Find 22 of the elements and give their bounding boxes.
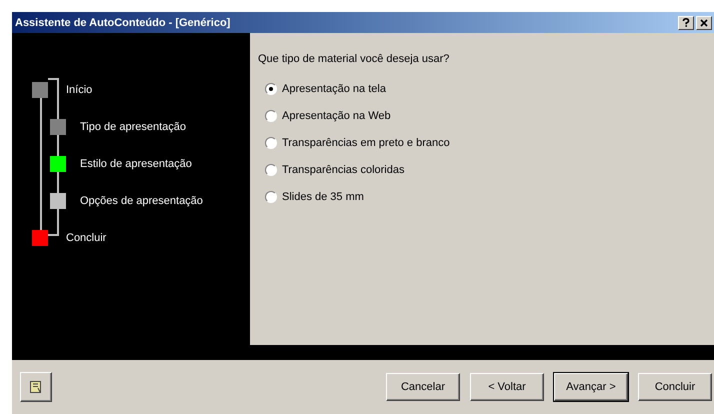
- question-mark-icon: [682, 18, 690, 27]
- radio-option[interactable]: Apresentação na tela: [265, 75, 386, 102]
- dialog-button[interactable]: Concluir: [638, 373, 712, 401]
- dialog-button[interactable]: Avançar >: [554, 373, 628, 401]
- dialog-button[interactable]: Cancelar: [386, 373, 460, 401]
- dialog-button[interactable]: < Voltar: [470, 373, 544, 401]
- radio-option[interactable]: Transparências em preto e branco: [265, 129, 450, 156]
- question-label: Que tipo de material você deseja usar?: [258, 53, 450, 67]
- step-label: Início: [66, 84, 92, 96]
- step-label: Estilo de apresentação: [80, 158, 192, 170]
- assistant-icon: [29, 380, 43, 394]
- radio-option[interactable]: Transparências coloridas: [265, 156, 404, 183]
- help-button[interactable]: [678, 16, 694, 30]
- close-icon: [700, 18, 708, 26]
- radio-option[interactable]: Apresentação na Web: [265, 102, 391, 129]
- step-label: Concluir: [66, 232, 106, 244]
- step-label: Tipo de apresentação: [80, 120, 186, 132]
- window-title: Assistente de AutoConteúdo - [Genérico]: [15, 16, 230, 28]
- close-button[interactable]: [696, 16, 712, 30]
- step-label: Opções de apresentação: [80, 194, 203, 206]
- radio-option[interactable]: Slides de 35 mm: [265, 183, 364, 210]
- help-button[interactable]: [20, 372, 52, 402]
